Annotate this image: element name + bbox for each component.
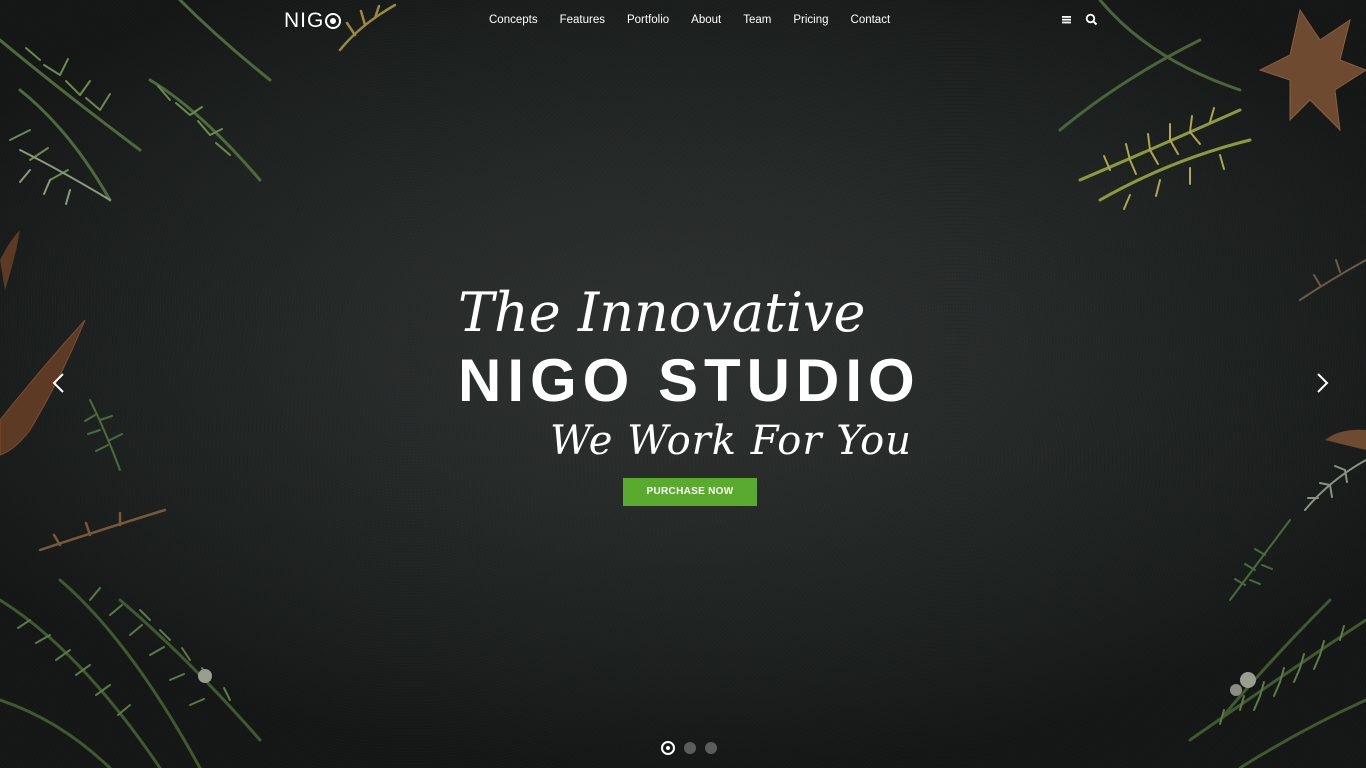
slide-dot-1[interactable] [661, 741, 675, 755]
site-logo[interactable]: NIG [284, 9, 342, 33]
logo-ring-icon [325, 13, 342, 29]
hero-headline: The Innovative NIGO STUDIO We Work For Y… [458, 278, 928, 468]
logo-text: NIG [284, 9, 325, 32]
menu-icon[interactable] [1060, 13, 1073, 26]
header-icons [1060, 13, 1098, 26]
nav-about[interactable]: About [680, 12, 732, 28]
purchase-now-button[interactable]: PURCHASE NOW [623, 478, 757, 506]
slide-pagination [661, 741, 717, 755]
hero-subtitle: We Work For You [549, 418, 912, 464]
chevron-left-icon [52, 373, 64, 393]
prev-slide-arrow[interactable] [49, 372, 69, 394]
nav-team[interactable]: Team [732, 12, 782, 28]
nav-pricing[interactable]: Pricing [782, 12, 839, 28]
next-slide-arrow[interactable] [1312, 372, 1332, 394]
search-icon[interactable] [1085, 13, 1098, 26]
slide-dot-3[interactable] [705, 742, 717, 754]
site-header: NIG Concepts Features Portfolio About Te… [0, 0, 1366, 40]
slide-dot-2[interactable] [684, 742, 696, 754]
hero-title: NIGO STUDIO [458, 347, 921, 414]
main-nav: Concepts Features Portfolio About Team P… [478, 12, 901, 28]
hero-slider: NIG Concepts Features Portfolio About Te… [0, 0, 1366, 768]
chevron-right-icon [1317, 373, 1329, 393]
nav-contact[interactable]: Contact [840, 12, 902, 28]
nav-portfolio[interactable]: Portfolio [616, 12, 680, 28]
nav-features[interactable]: Features [549, 12, 616, 28]
nav-concepts[interactable]: Concepts [478, 12, 549, 28]
hero-tagline: The Innovative [458, 281, 866, 344]
